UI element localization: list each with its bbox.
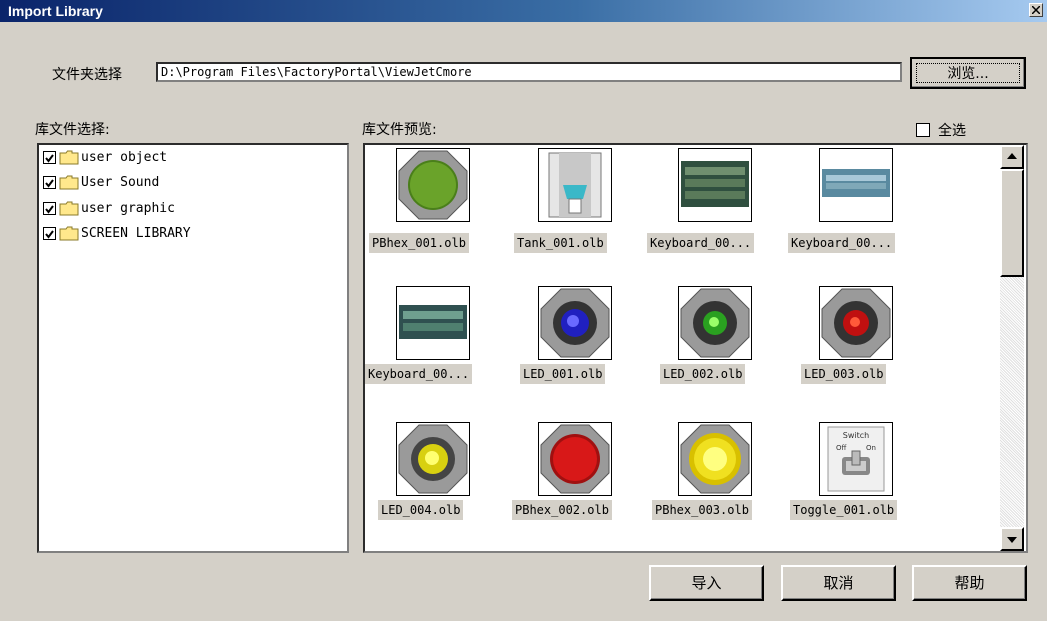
preview-item-name[interactable]: Keyboard_00...	[647, 233, 755, 253]
preview-item-name[interactable]: LED_002.olb	[660, 364, 746, 384]
preview-item-name[interactable]: Keyboard_00...	[788, 233, 896, 253]
preview-item-name[interactable]: PBhex_002.olb	[512, 500, 612, 520]
checkbox-checked-icon[interactable]	[43, 201, 56, 215]
title-bar: Import Library	[0, 0, 1047, 22]
checkbox-checked-icon[interactable]	[43, 226, 56, 240]
tree-item-label: user object	[81, 149, 168, 165]
window-title: Import Library	[8, 3, 103, 19]
tree-item-label: SCREEN LIBRARY	[81, 225, 191, 241]
keyboard-icon	[681, 161, 749, 207]
pushbutton-hex-red-icon	[540, 424, 610, 494]
cancel-button[interactable]: 取消	[781, 565, 896, 601]
preview-thumb-pbhex-002[interactable]	[538, 422, 612, 496]
preview-thumb-led-002[interactable]	[678, 286, 752, 360]
keyboard-icon	[399, 305, 467, 339]
led-red-icon	[821, 288, 891, 358]
toggle-text-off: Off	[836, 444, 847, 452]
folder-icon	[59, 150, 79, 164]
keyboard-icon	[822, 169, 890, 197]
led-blue-icon	[540, 288, 610, 358]
browse-button-label: 浏览...	[916, 63, 1020, 83]
toggle-switch-icon: Switch Off On	[827, 426, 885, 492]
led-yellow-icon	[398, 424, 468, 494]
led-green-icon	[680, 288, 750, 358]
tree-item-label: user graphic	[81, 200, 175, 216]
library-tree[interactable]: user object User Sound user graphic SCRE…	[37, 143, 349, 553]
folder-label: 文件夹选择	[52, 67, 122, 83]
close-icon	[1032, 6, 1040, 14]
checkbox-checked-icon[interactable]	[43, 150, 56, 164]
checkbox-checked-icon[interactable]	[43, 175, 56, 189]
preview-item-name[interactable]: LED_001.olb	[520, 364, 606, 384]
folder-icon	[59, 201, 79, 215]
preview-thumb-led-003[interactable]	[819, 286, 893, 360]
pushbutton-hex-green-icon	[398, 150, 468, 220]
preview-thumb-toggle-001[interactable]: Switch Off On	[819, 422, 893, 496]
preview-item-name[interactable]: Tank_001.olb	[514, 233, 607, 253]
library-preview-heading: 库文件预览:	[362, 122, 437, 138]
toggle-text-on: On	[866, 444, 876, 452]
preview-item-name[interactable]: PBhex_003.olb	[652, 500, 752, 520]
scroll-down-button[interactable]	[1000, 527, 1024, 551]
preview-thumb-led-001[interactable]	[538, 286, 612, 360]
tree-item-label: User Sound	[81, 174, 160, 190]
pushbutton-hex-yellow-icon	[680, 424, 750, 494]
scroll-thumb[interactable]	[1000, 169, 1024, 277]
close-button[interactable]	[1029, 3, 1043, 17]
preview-thumb-pbhex-001[interactable]	[396, 148, 470, 222]
select-all-label: 全选	[938, 123, 966, 139]
preview-thumb-pbhex-003[interactable]	[678, 422, 752, 496]
scroll-up-button[interactable]	[1000, 145, 1024, 169]
library-tree-heading: 库文件选择:	[35, 122, 110, 138]
preview-thumb-keyboard-2[interactable]	[819, 148, 893, 222]
arrow-up-icon	[1007, 153, 1017, 159]
tree-item-user-object[interactable]: user object	[43, 146, 167, 168]
preview-thumb-led-004[interactable]	[396, 422, 470, 496]
browse-button[interactable]: 浏览...	[910, 57, 1026, 89]
preview-item-name[interactable]: Keyboard_00...	[365, 364, 473, 384]
preview-thumb-tank-001[interactable]	[538, 148, 612, 222]
preview-item-name[interactable]: PBhex_001.olb	[369, 233, 469, 253]
tank-icon	[548, 152, 602, 218]
arrow-down-icon	[1007, 537, 1017, 543]
folder-icon	[59, 175, 79, 189]
folder-icon	[59, 226, 79, 240]
tree-item-user-graphic[interactable]: user graphic	[43, 197, 175, 219]
import-button[interactable]: 导入	[649, 565, 764, 601]
preview-scrollbar[interactable]	[1000, 145, 1024, 551]
select-all-checkbox[interactable]: 全选	[916, 120, 966, 140]
select-all-box[interactable]	[916, 123, 930, 137]
folder-path-field[interactable]: D:\Program Files\FactoryPortal\ViewJetCm…	[156, 62, 902, 82]
preview-item-name[interactable]: LED_003.olb	[801, 364, 887, 384]
preview-thumb-keyboard-3[interactable]	[396, 286, 470, 360]
preview-item-name[interactable]: LED_004.olb	[378, 500, 464, 520]
tree-item-screen-library[interactable]: SCREEN LIBRARY	[43, 222, 191, 244]
toggle-text-switch: Switch	[843, 431, 869, 440]
preview-thumb-keyboard-1[interactable]	[678, 148, 752, 222]
tree-item-user-sound[interactable]: User Sound	[43, 171, 159, 193]
help-button[interactable]: 帮助	[912, 565, 1027, 601]
preview-item-name[interactable]: Toggle_001.olb	[790, 500, 898, 520]
